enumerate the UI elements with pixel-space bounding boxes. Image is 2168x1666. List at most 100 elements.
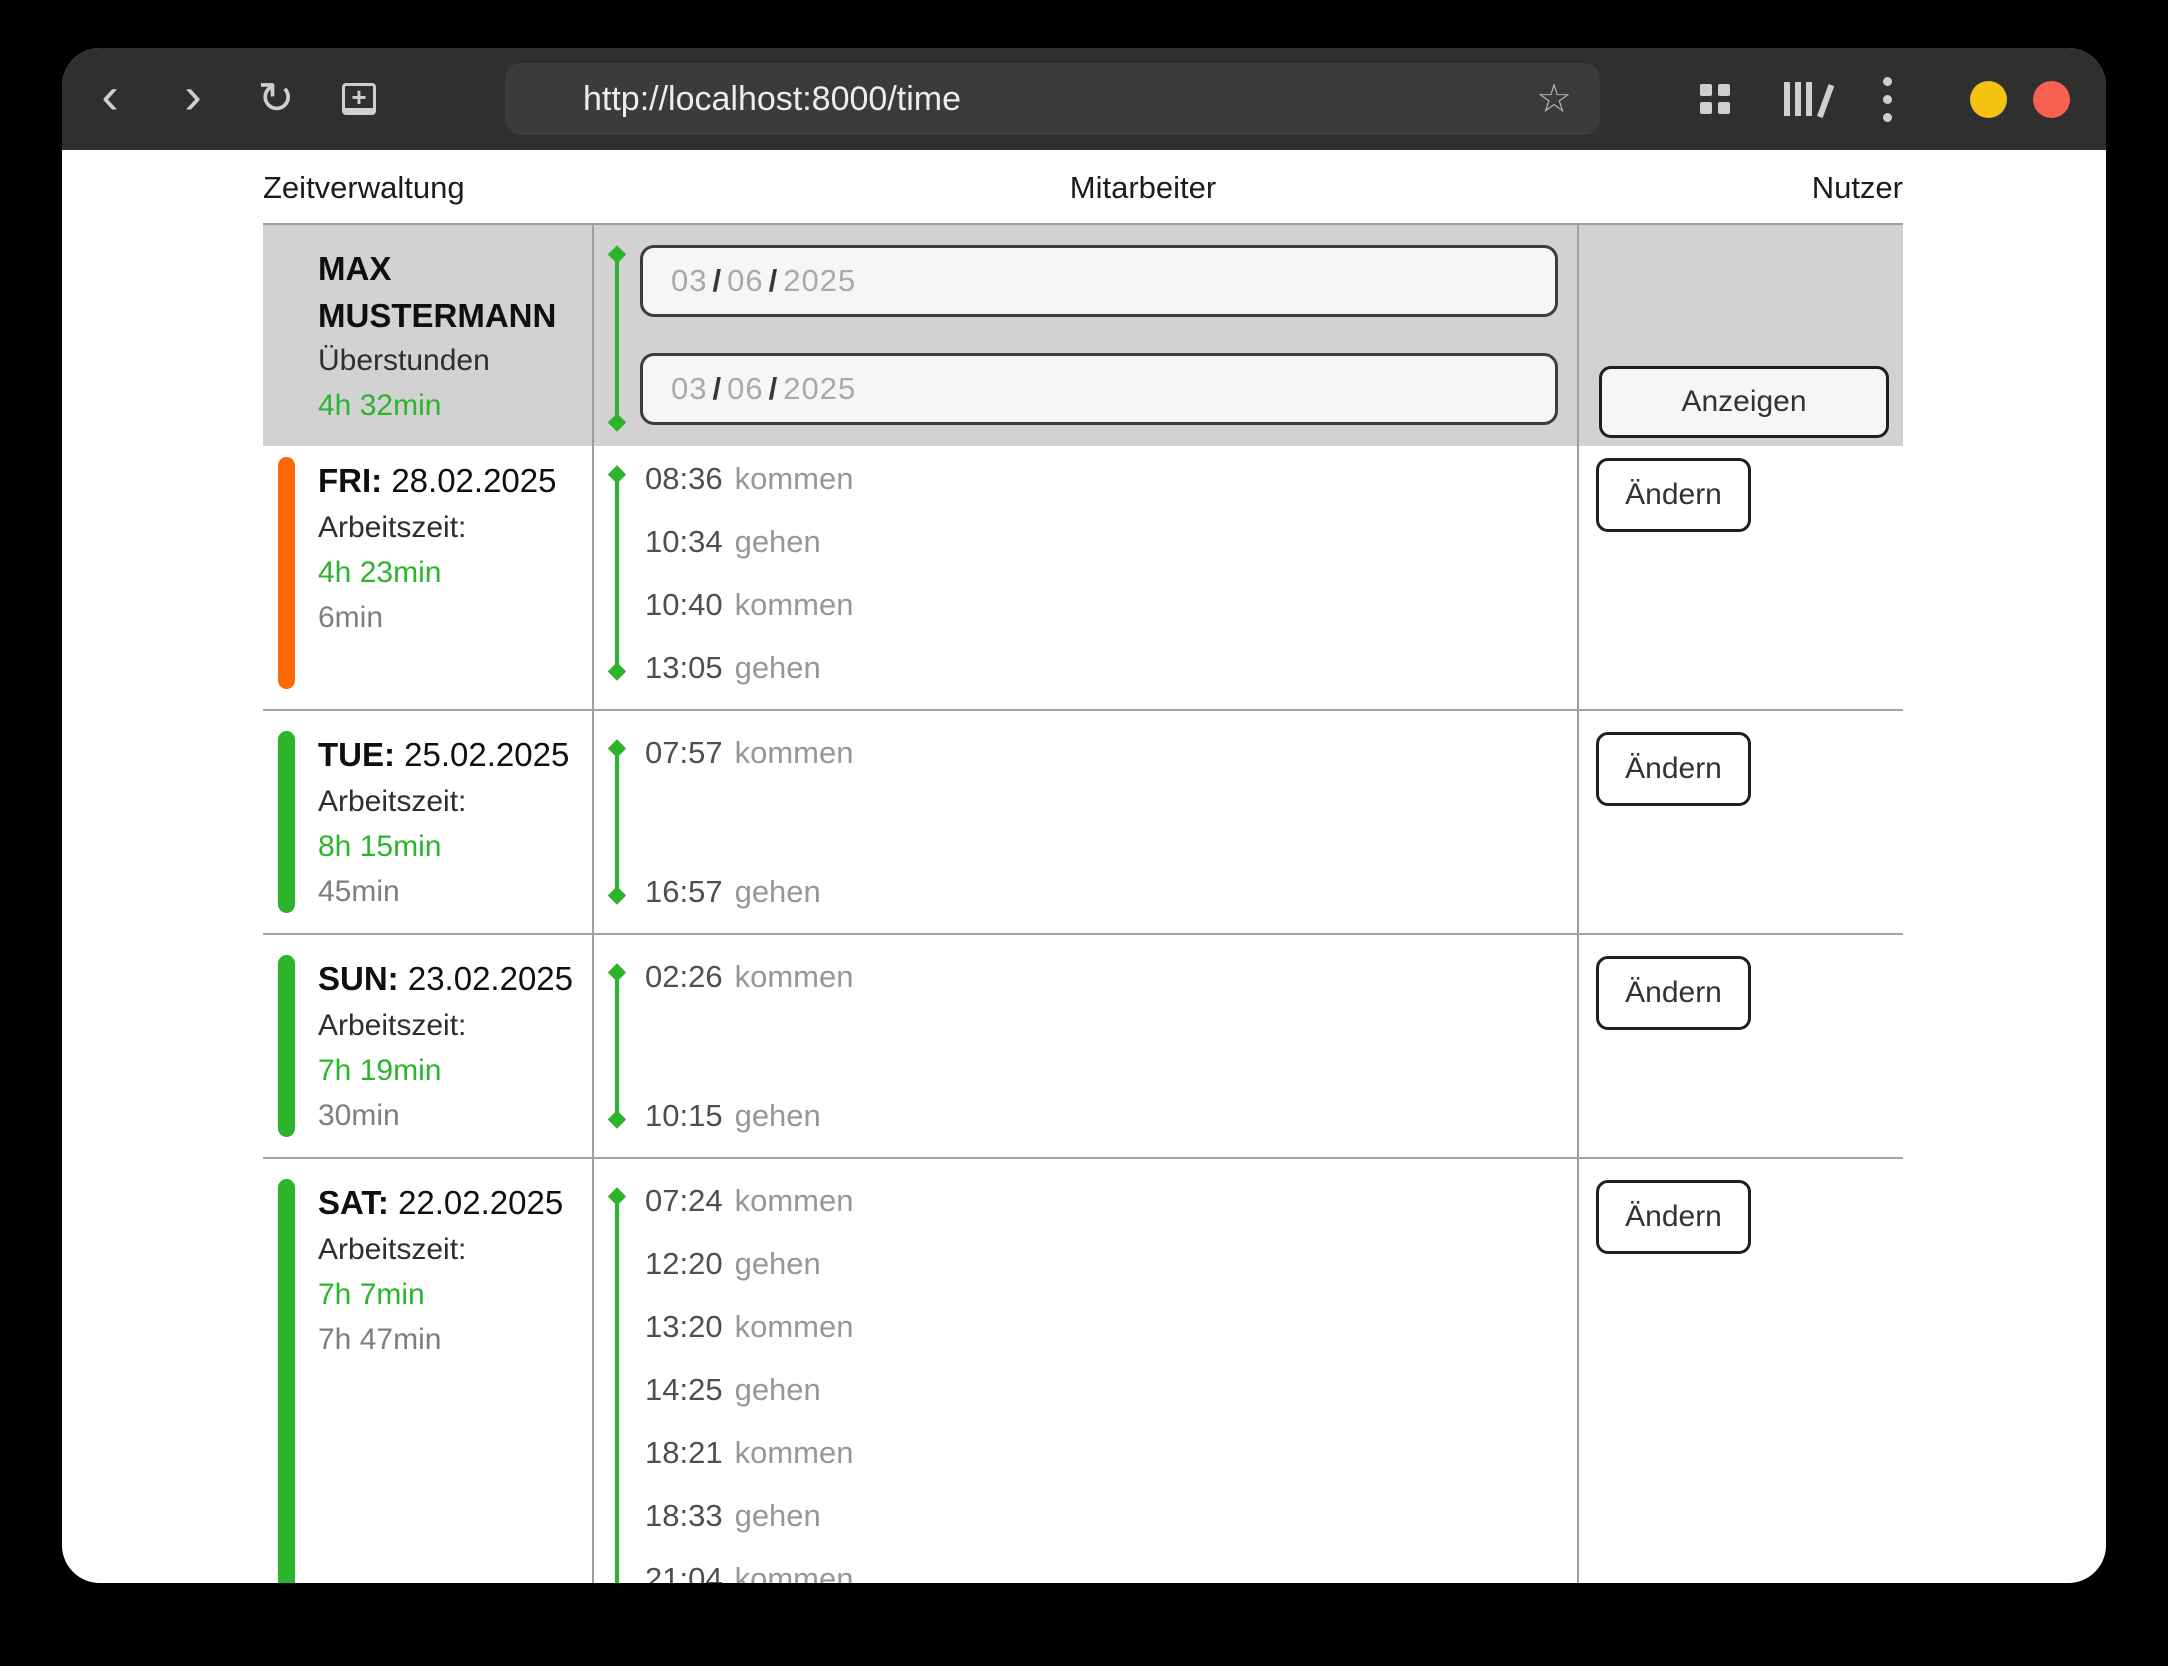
- time-entry: 10:34 gehen: [594, 510, 1577, 573]
- day-date: 23.02.2025: [408, 960, 573, 997]
- entry-type: kommen: [735, 1309, 854, 1345]
- entry-type: gehen: [735, 1246, 821, 1282]
- time-entries: 07:24kommen12:20gehen13:20kommen14:25geh…: [594, 1169, 1577, 1583]
- back-button[interactable]: ‹: [77, 63, 143, 135]
- time-entry: 10:40 kommen: [594, 573, 1577, 636]
- entry-time: 10:15: [645, 1098, 723, 1134]
- worktime-value: 4h 23min: [318, 551, 592, 595]
- worktime-label: Arbeitszeit:: [318, 505, 592, 551]
- day-title: TUE: 25.02.2025: [318, 731, 592, 779]
- time-entries-cell: 07:24kommen12:20gehen13:20kommen14:25geh…: [592, 1159, 1577, 1583]
- entry-time: 12:20: [645, 1246, 723, 1282]
- entry-type: gehen: [735, 524, 821, 560]
- address-bar[interactable]: http://localhost:8000/time ☆: [505, 63, 1600, 135]
- aendern-button[interactable]: Ändern: [1596, 956, 1751, 1030]
- time-entry: 14:25gehen: [594, 1358, 1577, 1421]
- date-to-day: 06: [727, 371, 763, 407]
- time-entry: 13:05 gehen: [594, 636, 1577, 699]
- aendern-button[interactable]: Ändern: [1596, 732, 1751, 806]
- entry-type: gehen: [735, 1498, 821, 1534]
- aendern-button[interactable]: Ändern: [1596, 458, 1751, 532]
- time-entry: 07:24kommen: [594, 1169, 1577, 1232]
- entry-type: kommen: [735, 1435, 854, 1471]
- entry-time: 10:34: [645, 524, 723, 560]
- time-entry: 18:21kommen: [594, 1421, 1577, 1484]
- nav-zeitverwaltung[interactable]: Zeitverwaltung: [263, 170, 465, 206]
- nav-nutzer[interactable]: Nutzer: [1812, 170, 1903, 206]
- worktime-label: Arbeitszeit:: [318, 1227, 592, 1273]
- entry-type: kommen: [735, 587, 854, 623]
- nav-mitarbeiter[interactable]: Mitarbeiter: [1070, 170, 1216, 206]
- time-entry: 07:57 kommen: [594, 721, 1577, 784]
- reload-icon: ↻: [258, 77, 295, 121]
- time-entry: 13:20 kommen: [594, 1295, 1577, 1358]
- pause-value: 6min: [318, 595, 592, 641]
- worktime-status-bar: [278, 731, 295, 913]
- date-range-timeline: [615, 253, 619, 424]
- entry-time: 07:24: [645, 1183, 723, 1219]
- day-abbrev: SUN:: [318, 960, 399, 997]
- entry-time: 02:26: [645, 959, 723, 995]
- time-entry: 16:57gehen: [594, 860, 1577, 923]
- aendern-button[interactable]: Ändern: [1596, 1180, 1751, 1254]
- worktime-label: Arbeitszeit:: [318, 779, 592, 825]
- anzeigen-button[interactable]: Anzeigen: [1599, 366, 1889, 438]
- summary-row: MAX MUSTERMANN Überstunden 4h 32min 03/0…: [263, 223, 1903, 437]
- entry-time: 07:57: [645, 735, 723, 771]
- star-icon: ☆: [1536, 77, 1572, 121]
- worktime-label: Arbeitszeit:: [318, 1003, 592, 1049]
- time-entries: 07:57 kommen 16:57gehen: [594, 721, 1577, 923]
- reload-button[interactable]: ↻: [243, 63, 309, 135]
- entry-type: kommen: [735, 735, 854, 771]
- bookmark-star-button[interactable]: ☆: [1536, 79, 1572, 119]
- employee-name-line2: MUSTERMANN: [318, 292, 592, 339]
- close-button[interactable]: [2033, 81, 2070, 118]
- time-entry: 02:26kommen: [594, 945, 1577, 1008]
- library-button[interactable]: [1784, 82, 1823, 116]
- day-summary-cell: FRI: 28.02.2025 Arbeitszeit: 4h 23min 6m…: [263, 437, 592, 709]
- browser-window: ‹ › ↻ + http://localhost:8000/time ☆: [62, 48, 2106, 1583]
- time-entries-cell: 07:57 kommen 16:57gehen: [592, 711, 1577, 933]
- filter-action-cell: Anzeigen: [1577, 225, 1903, 446]
- entry-time: 10:40: [645, 587, 723, 623]
- entry-type: gehen: [735, 1098, 821, 1134]
- entry-type: gehen: [735, 1372, 821, 1408]
- worktime-value: 7h 7min: [318, 1273, 592, 1317]
- new-tab-icon: +: [342, 83, 376, 115]
- entry-type: gehen: [735, 650, 821, 686]
- day-row: SAT: 22.02.2025 Arbeitszeit: 7h 7min 7h …: [263, 1159, 1903, 1583]
- time-entry: 18:33gehen: [594, 1484, 1577, 1547]
- day-row: SUN: 23.02.2025 Arbeitszeit: 7h 19min 30…: [263, 935, 1903, 1159]
- entry-time: 08:36: [645, 461, 723, 497]
- day-title: FRI: 28.02.2025: [318, 457, 592, 505]
- menu-kebab-button[interactable]: [1883, 77, 1892, 122]
- time-entry: 08:36 kommen: [594, 447, 1577, 510]
- minimize-button[interactable]: [1970, 81, 2007, 118]
- day-date: 28.02.2025: [391, 462, 556, 499]
- forward-icon: ›: [184, 70, 201, 128]
- day-summary-cell: SAT: 22.02.2025 Arbeitszeit: 7h 7min 7h …: [263, 1159, 592, 1583]
- date-from-input[interactable]: 03/06/2025: [640, 245, 1558, 317]
- day-abbrev: TUE:: [318, 736, 395, 773]
- date-from-year: 2025: [783, 263, 856, 299]
- day-rows: FRI: 28.02.2025 Arbeitszeit: 4h 23min 6m…: [263, 437, 1903, 1583]
- worktime-value: 7h 19min: [318, 1049, 592, 1093]
- day-summary-cell: SUN: 23.02.2025 Arbeitszeit: 7h 19min 30…: [263, 935, 592, 1157]
- entry-time: 13:20: [645, 1309, 723, 1345]
- entry-time: 13:05: [645, 650, 723, 686]
- tab-overview-button[interactable]: [1700, 84, 1730, 114]
- url-text: http://localhost:8000/time: [583, 80, 961, 119]
- entry-type: gehen: [735, 874, 821, 910]
- date-to-month: 03: [671, 371, 707, 407]
- entry-type: kommen: [735, 461, 854, 497]
- forward-button[interactable]: ›: [160, 63, 226, 135]
- new-tab-button[interactable]: +: [326, 63, 392, 135]
- overtime-value: 4h 32min: [318, 383, 592, 428]
- day-timeline: [615, 473, 619, 673]
- time-entries: 02:26kommen 10:15 gehen: [594, 945, 1577, 1147]
- time-entries-cell: 08:36 kommen 10:34 gehen 10:40 kommen 13:05 geh…: [592, 437, 1577, 709]
- day-abbrev: FRI:: [318, 462, 382, 499]
- day-action-cell: Ändern: [1577, 437, 1903, 709]
- date-to-input[interactable]: 03/06/2025: [640, 353, 1558, 425]
- time-table: MAX MUSTERMANN Überstunden 4h 32min 03/0…: [263, 223, 1903, 1583]
